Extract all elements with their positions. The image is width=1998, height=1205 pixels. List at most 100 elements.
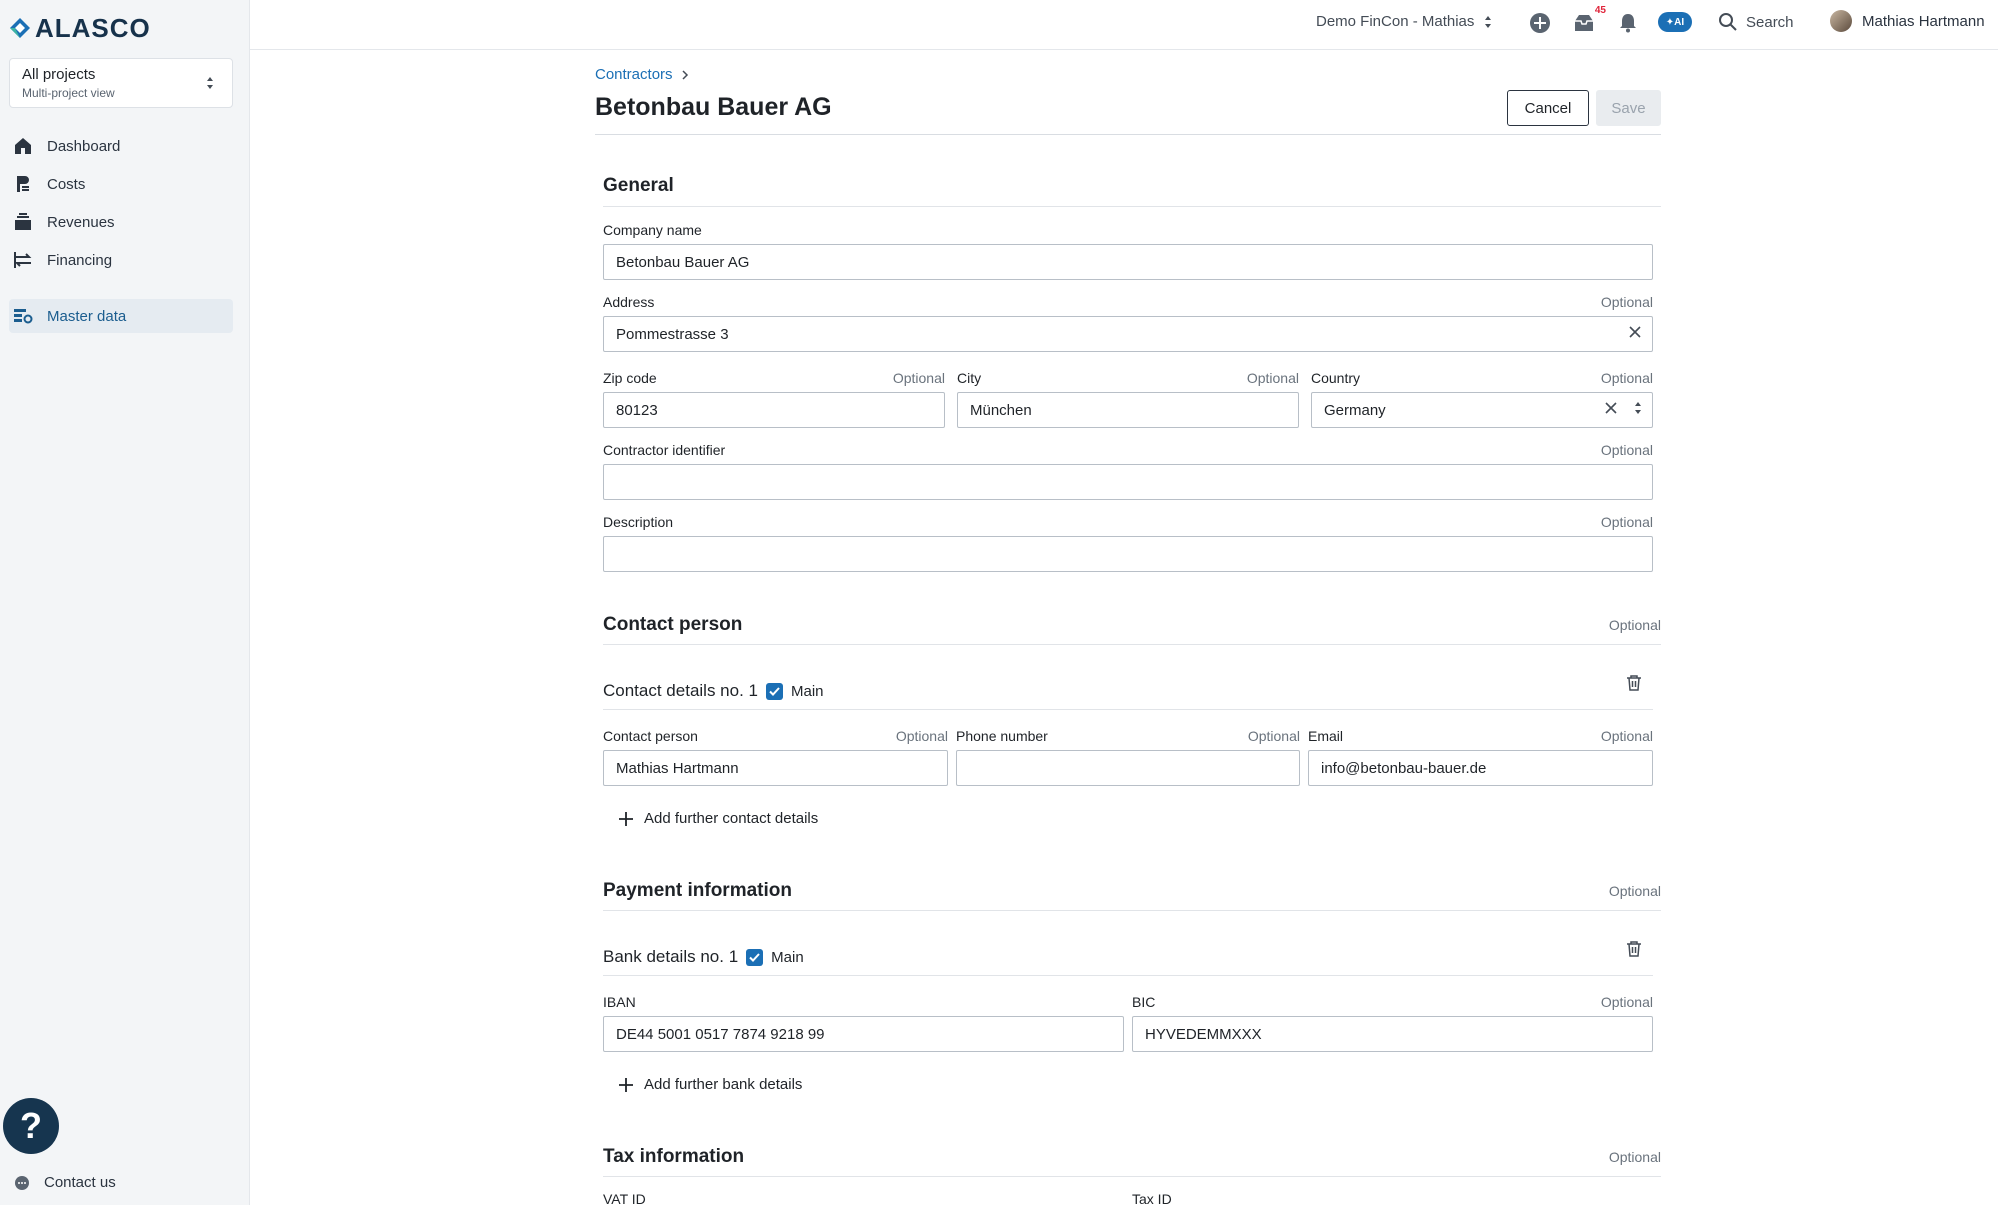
vat-id-label: VAT ID [603,1191,646,1205]
tax-section-title: Tax information [603,1146,745,1167]
tenant-selector[interactable]: Demo FinCon - Mathias [1316,13,1492,30]
address-field[interactable]: Pommestrasse 3 [603,316,1653,352]
updown-caret-icon [1635,402,1641,414]
sub-divider [603,975,1653,976]
search-icon [1719,13,1737,31]
alasco-logo-icon [10,18,30,38]
contact-person-label: Contact person [603,728,698,744]
main-bank-label: Main [771,948,804,966]
bic-input[interactable] [1132,1016,1653,1052]
page-title: Betonbau Bauer AG [595,93,832,121]
company-name-input[interactable] [603,244,1653,280]
add-contact-details-label: Add further contact details [644,810,819,827]
search-button[interactable]: Search [1718,12,1794,32]
sidebar-item-label: Dashboard [47,137,121,155]
clear-icon[interactable] [1604,401,1618,415]
section-divider [603,206,1661,207]
project-selector-subtitle: Multi-project view [22,86,115,100]
contact-us-link[interactable]: Contact us [14,1174,116,1191]
add-button[interactable] [1528,11,1552,35]
chevron-right-icon [682,69,688,80]
sidebar-item-costs[interactable]: Costs [9,167,233,201]
description-input[interactable] [603,536,1653,572]
sidebar-item-label: Costs [47,175,86,193]
save-button[interactable]: Save [1596,90,1661,126]
check-icon [749,952,760,962]
sidebar-item-revenues[interactable]: Revenues [9,205,233,239]
city-label: City [957,370,982,386]
ai-assistant-button[interactable]: ✦AI [1658,12,1692,32]
contractor-identifier-input[interactable] [603,464,1653,500]
breadcrumb: Contractors [595,66,689,83]
add-bank-details-label: Add further bank details [644,1076,803,1093]
project-selector[interactable]: All projects Multi-project view [9,58,233,108]
optional-label: Optional [1600,514,1653,530]
add-bank-details-button[interactable]: Add further bank details [618,1076,802,1093]
sidebar-item-label: Revenues [47,213,115,231]
alasco-logo[interactable]: ALASCO [9,12,151,44]
cancel-button[interactable]: Cancel [1507,90,1589,126]
notifications-button[interactable] [1616,11,1640,35]
help-button[interactable]: ? [3,1098,59,1154]
sidebar-item-financing[interactable]: Financing [9,243,233,277]
tenant-name: Demo FinCon - Mathias [1316,13,1475,30]
revenues-icon [15,213,31,230]
payment-section-title: Payment information [603,880,792,901]
zip-code-input[interactable] [603,392,945,428]
main-contact-checkbox[interactable] [765,682,783,700]
master-data-icon [14,309,33,324]
breadcrumb-contractors-link[interactable]: Contractors [595,66,673,83]
main-contact-label: Main [790,682,824,700]
sidebar-item-dashboard[interactable]: Dashboard [9,129,233,163]
description-label: Description [603,514,674,530]
country-value: Germany [1324,401,1386,419]
optional-label: Optional [895,728,948,744]
optional-label: Optional [1608,617,1661,633]
inbox-icon [1575,15,1593,31]
updown-caret-icon [207,77,213,89]
general-section-title: General [603,175,674,196]
iban-input[interactable] [603,1016,1124,1052]
main-bank-checkbox[interactable] [746,948,764,966]
title-divider [595,134,1661,135]
financing-icon [14,252,32,268]
clear-icon[interactable] [1628,325,1642,339]
user-menu[interactable]: Mathias Hartmann [1830,10,1985,32]
trash-icon[interactable] [1626,674,1642,692]
contact-person-input[interactable] [603,750,948,786]
phone-number-label: Phone number [956,728,1048,744]
optional-label: Optional [1247,728,1300,744]
add-contact-details-button[interactable]: Add further contact details [618,810,818,827]
address-label: Address [603,294,655,310]
bank-details-header: Bank details no. 1 Main [603,947,804,967]
sidebar: ALASCO All projects Multi-project view D… [0,0,250,1205]
sidebar-item-master-data[interactable]: Master data [9,299,233,333]
trash-icon[interactable] [1626,940,1642,958]
zip-code-label: Zip code [603,370,657,386]
email-label: Email [1308,728,1344,744]
contact-section-title: Contact person [603,614,743,635]
inbox-button[interactable]: 45 [1572,5,1606,35]
home-icon [15,138,31,154]
contact-us-label: Contact us [44,1174,116,1191]
sidebar-divider [9,281,233,299]
section-divider [603,1176,1661,1177]
section-divider [603,644,1661,645]
city-input[interactable] [957,392,1299,428]
contractor-identifier-label: Contractor identifier [603,442,726,458]
bank-details-title: Bank details no. 1 [603,947,739,966]
plus-icon [619,811,633,826]
optional-label: Optional [1608,1149,1661,1165]
plus-circle-icon [1530,13,1550,33]
inbox-count-badge: 45 [1594,5,1606,16]
country-select[interactable]: Germany [1311,392,1653,428]
company-name-label: Company name [603,222,702,238]
brand-name: ALASCO [35,12,151,43]
optional-label: Optional [1600,994,1653,1010]
phone-number-input[interactable] [956,750,1300,786]
email-input[interactable] [1308,750,1653,786]
optional-label: Optional [1600,442,1653,458]
address-value: Pommestrasse 3 [616,325,729,343]
ai-label: ✦AI [1665,16,1685,28]
check-icon [769,686,780,696]
